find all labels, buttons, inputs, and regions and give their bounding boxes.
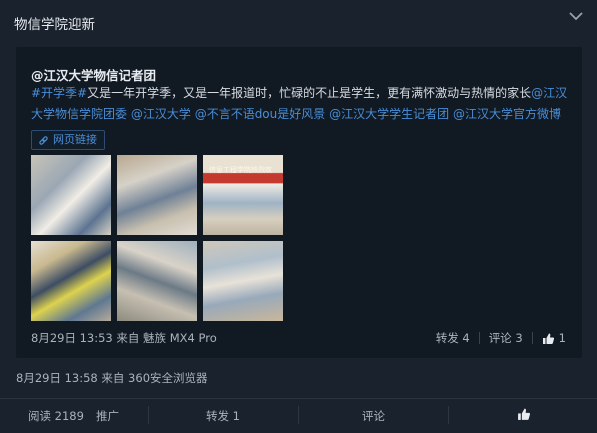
divider	[531, 332, 533, 344]
retweet-source[interactable]: 来自 魅族 MX4 Pro	[116, 331, 216, 345]
mention-link[interactable]: @江汉大学	[131, 107, 191, 121]
web-link-label: 网页链接	[53, 133, 97, 146]
photo-thumbnail[interactable]	[31, 155, 111, 235]
post-footer: 阅读 2189 推广 转发 1 评论	[0, 398, 597, 433]
retweet-text-main: 又是一年开学季，又是一年报道时，忙碌的不止是学生，更有满怀激动与热情的家长	[87, 86, 532, 100]
retweet-like-button[interactable]: 1	[542, 331, 566, 345]
read-count: 阅读 2189	[28, 409, 84, 423]
retweet-actions: 转发 4 评论 3 1	[436, 330, 566, 346]
mention-link[interactable]: @江汉大学官方微博	[453, 107, 561, 121]
photo-thumbnail[interactable]	[117, 155, 197, 235]
retweet-time[interactable]: 8月29日 13:53	[31, 331, 113, 345]
retweet-comment-button[interactable]: 评论 3	[489, 330, 523, 346]
retweet-like-count: 1	[558, 331, 566, 345]
photo-thumbnail[interactable]	[203, 241, 283, 321]
photo-banner-text: 信息工程学院热烈欢	[209, 166, 272, 174]
divider	[478, 332, 480, 344]
divider	[148, 406, 149, 424]
photo-thumbnail[interactable]	[31, 241, 111, 321]
mention-link[interactable]: @不言不语dou是好风景	[195, 107, 326, 121]
thumbs-up-icon	[542, 333, 554, 344]
divider	[298, 406, 299, 424]
promote-button[interactable]: 推广	[96, 408, 119, 424]
retweet-repost-button[interactable]: 转发 4	[436, 330, 470, 346]
feed-title: 物信学院迎新	[14, 17, 95, 33]
hashtag-link[interactable]: #开学季#	[31, 86, 87, 100]
photo-thumbnail[interactable]: 信息工程学院热烈欢	[203, 155, 283, 235]
retweet-meta: 8月29日 13:53 来自 魅族 MX4 Pro	[31, 330, 217, 346]
divider	[448, 406, 449, 424]
repost-button[interactable]: 转发 1	[206, 408, 240, 424]
like-button[interactable]	[517, 407, 531, 424]
retweet-card: @江汉大学物信记者团 #开学季#又是一年开学季，又是一年报道时，忙碌的不止是学生…	[16, 47, 582, 358]
post-meta: 8月29日 13:58 来自 360安全浏览器	[16, 370, 208, 386]
link-icon	[39, 135, 48, 145]
photo-thumbnail[interactable]	[117, 241, 197, 321]
chevron-down-icon[interactable]	[567, 8, 585, 24]
comment-button[interactable]: 评论	[362, 408, 385, 424]
post-time[interactable]: 8月29日 13:58	[16, 371, 98, 385]
retweet-author[interactable]: @江汉大学物信记者团	[31, 65, 156, 84]
web-link[interactable]: 网页链接	[31, 130, 105, 150]
mention-link[interactable]: @江汉大学学生记者团	[329, 107, 449, 121]
thumbs-up-icon	[518, 408, 530, 420]
retweet-text: #开学季#又是一年开学季，又是一年报道时，忙碌的不止是学生，更有满怀激动与热情的…	[31, 83, 571, 125]
post-source[interactable]: 来自 360安全浏览器	[101, 371, 207, 385]
feed-header: 物信学院迎新	[0, 0, 597, 44]
photo-grid: 信息工程学院热烈欢	[31, 155, 283, 321]
